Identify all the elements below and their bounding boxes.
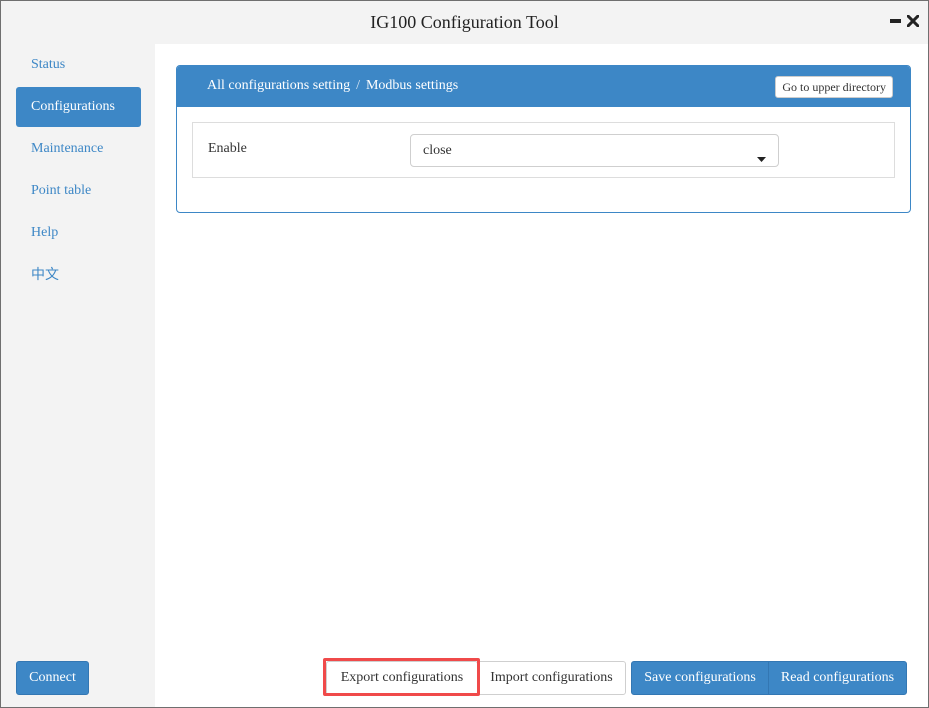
sidebar-item-help[interactable]: Help bbox=[16, 213, 141, 253]
window-title: IG100 Configuration Tool bbox=[370, 12, 559, 32]
caret-down-icon bbox=[757, 149, 766, 167]
breadcrumb-item-all-configurations[interactable]: All configurations setting bbox=[207, 78, 350, 94]
enable-select-value: close bbox=[423, 143, 452, 158]
window-controls bbox=[888, 11, 920, 31]
enable-select[interactable]: close bbox=[410, 134, 779, 167]
title-bar: IG100 Configuration Tool bbox=[1, 1, 928, 44]
breadcrumb-item-modbus-settings: Modbus settings bbox=[365, 78, 459, 93]
sidebar: Status Configurations Maintenance Point … bbox=[1, 44, 155, 707]
read-configurations-button[interactable]: Read configurations bbox=[768, 661, 907, 695]
save-configurations-button[interactable]: Save configurations bbox=[631, 661, 769, 695]
breadcrumb-separator: / bbox=[356, 78, 360, 93]
connect-button[interactable]: Connect bbox=[16, 661, 89, 695]
panel-header: All configurations setting / Modbus sett… bbox=[177, 66, 910, 107]
minimize-icon[interactable] bbox=[888, 11, 902, 31]
sidebar-item-point-table[interactable]: Point table bbox=[16, 171, 141, 211]
sidebar-item-status[interactable]: Status bbox=[16, 45, 141, 85]
export-configurations-button[interactable]: Export configurations bbox=[326, 661, 478, 695]
modbus-settings-panel: All configurations setting / Modbus sett… bbox=[176, 65, 911, 213]
sidebar-item-maintenance[interactable]: Maintenance bbox=[16, 129, 141, 169]
form-row-enable: Enable close bbox=[192, 122, 895, 178]
sidebar-item-language[interactable]: 中文 bbox=[16, 255, 141, 295]
app-window: IG100 Configuration Tool Status Configur… bbox=[0, 0, 929, 708]
close-icon[interactable] bbox=[906, 11, 920, 31]
import-configurations-button[interactable]: Import configurations bbox=[477, 661, 626, 695]
breadcrumb: All configurations setting / Modbus sett… bbox=[207, 78, 458, 94]
go-to-upper-directory-button[interactable]: Go to upper directory bbox=[775, 76, 893, 98]
enable-label: Enable bbox=[208, 141, 247, 156]
sidebar-item-configurations[interactable]: Configurations bbox=[16, 87, 141, 127]
